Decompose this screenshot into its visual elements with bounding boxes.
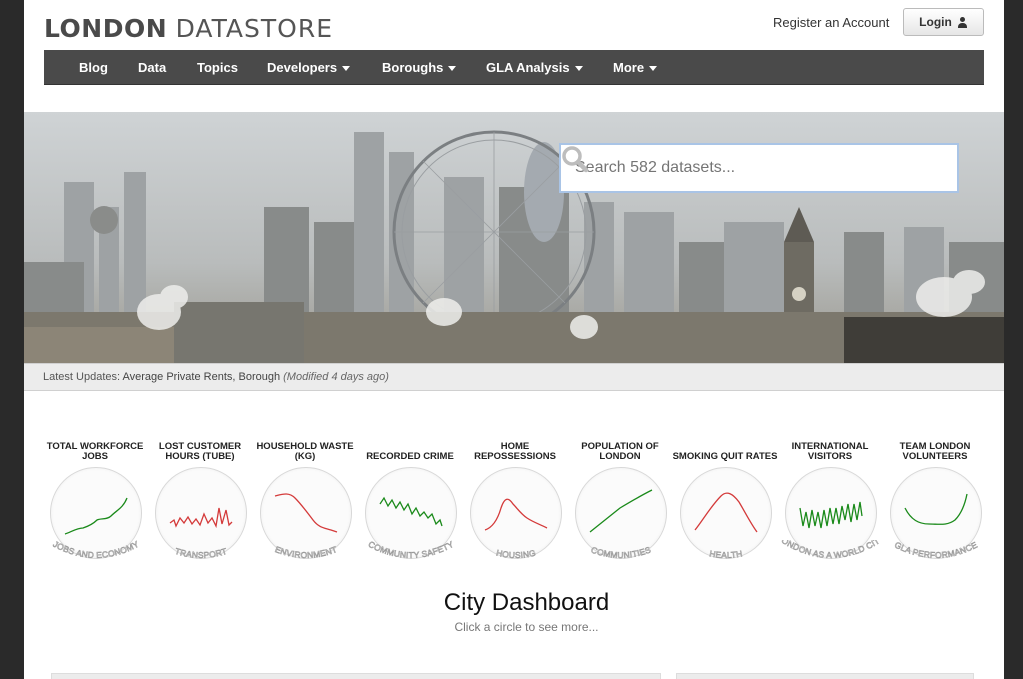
- nav-more[interactable]: More: [613, 50, 658, 85]
- register-link[interactable]: Register an Account: [773, 15, 889, 30]
- dashboard-category-label: COMMUNITY SAFETY: [366, 540, 455, 560]
- dashboard-item-title: INTERNATIONAL VISITORS: [791, 441, 869, 462]
- search-icon[interactable]: [561, 145, 589, 173]
- dashboard-category-label: ENVIRONMENT: [273, 544, 338, 561]
- nav-label: More: [613, 60, 645, 75]
- dashboard-category: ENVIRONMENT: [273, 544, 339, 561]
- hero-skyline: [24, 112, 1004, 363]
- dashboard-category: LONDON AS A WORLD CITY: [775, 540, 882, 560]
- nav-label: Blog: [79, 60, 108, 75]
- nav-topics[interactable]: Topics: [197, 50, 238, 85]
- nav-label: Topics: [197, 60, 238, 75]
- dashboard-category-label: GLA PERFORMANCE: [893, 540, 979, 560]
- dashboard-category: COMMUNITY SAFETY: [366, 540, 456, 560]
- dashboard-item-title: HOUSEHOLD WASTE (KG): [256, 441, 354, 462]
- dashboard-category-label: COMMUNITIES: [589, 544, 652, 560]
- dashboard-category: COMMUNITIES: [589, 544, 653, 560]
- updates-prefix: Latest Updates:: [43, 371, 121, 383]
- nav-boroughs[interactable]: Boroughs: [382, 50, 457, 85]
- latest-updates-bar: Latest Updates: Average Private Rents, B…: [24, 363, 1004, 391]
- nav-label: Data: [138, 60, 167, 75]
- caret-down-icon: [649, 66, 658, 72]
- svg-text:GLA PERFORMANCE: GLA PERFORMANCE: [893, 540, 979, 560]
- dashboard-category: TRANSPORT: [174, 546, 229, 561]
- dashboard-category: GLA PERFORMANCE: [893, 540, 979, 560]
- dashboard-item-title: HOME REPOSSESSIONS: [474, 441, 556, 462]
- dashboard-item-title: TOTAL WORKFORCE JOBS: [46, 441, 144, 462]
- caret-down-icon: [574, 66, 583, 72]
- nav-label: GLA Analysis: [486, 60, 570, 75]
- dashboard-category: HEALTH: [708, 548, 744, 560]
- svg-text:HOUSING: HOUSING: [495, 548, 536, 560]
- svg-text:COMMUNITY SAFETY: COMMUNITY SAFETY: [367, 540, 456, 560]
- dashboard-item-title: POPULATION OF LONDON: [581, 441, 659, 462]
- svg-text:COMMUNITIES: COMMUNITIES: [590, 544, 653, 560]
- dashboard-subtitle: Click a circle to see more...: [454, 620, 599, 634]
- user-icon: [957, 16, 968, 28]
- dashboard-item-title: LOST CUSTOMER HOURS (TUBE): [158, 441, 242, 462]
- dashboard-category-label: HEALTH: [708, 548, 743, 560]
- dashboard-item-title: RECORDED CRIME: [366, 451, 454, 462]
- svg-text:JOBS AND ECONOMY: JOBS AND ECONOMY: [51, 540, 140, 560]
- nav-developers[interactable]: Developers: [267, 50, 351, 85]
- logo-light: DATASTORE: [175, 14, 333, 43]
- content-panel-left: [51, 673, 661, 679]
- svg-text:ENVIRONMENT: ENVIRONMENT: [274, 544, 339, 560]
- main-nav: Blog Data Topics Developers Boroughs GLA…: [44, 50, 984, 85]
- nav-label: Developers: [267, 60, 338, 75]
- nav-data[interactable]: Data: [138, 50, 166, 85]
- login-label: Login: [919, 15, 952, 29]
- dashboard-item-title: TEAM LONDON VOLUNTEERS: [899, 441, 971, 462]
- dashboard-category-label: TRANSPORT: [174, 546, 229, 561]
- caret-down-icon: [448, 66, 457, 72]
- dashboard-category: JOBS AND ECONOMY: [51, 540, 141, 560]
- site-logo[interactable]: LONDON DATASTORE: [44, 14, 333, 43]
- nav-gla-analysis[interactable]: GLA Analysis: [486, 50, 583, 85]
- nav-blog[interactable]: Blog: [79, 50, 108, 85]
- dashboard-category-label: JOBS AND ECONOMY: [51, 540, 141, 560]
- dashboard-title: City Dashboard: [443, 589, 610, 616]
- nav-label: Boroughs: [382, 60, 444, 75]
- updates-modified: (Modified 4 days ago): [283, 371, 389, 383]
- caret-down-icon: [342, 66, 351, 72]
- updates-link[interactable]: Average Private Rents, Borough: [123, 371, 281, 383]
- dashboard-category-label: LONDON AS A WORLD CITY: [775, 540, 882, 560]
- svg-text:LONDON AS A WORLD CITY: LONDON AS A WORLD CITY: [775, 540, 881, 560]
- dashboard-category-label: HOUSING: [495, 547, 537, 560]
- dashboard-category: HOUSING: [495, 547, 537, 560]
- content-panel-right: [676, 673, 974, 679]
- page: LONDON DATASTORE Register an Account Log…: [24, 0, 1004, 679]
- svg-text:HEALTH: HEALTH: [709, 548, 744, 560]
- logo-bold: LONDON: [44, 14, 168, 43]
- login-button[interactable]: Login: [903, 8, 984, 36]
- search-box[interactable]: [559, 143, 959, 193]
- svg-text:TRANSPORT: TRANSPORT: [174, 546, 228, 560]
- search-input[interactable]: [575, 145, 905, 191]
- dashboard-item-title: SMOKING QUIT RATES: [672, 451, 778, 462]
